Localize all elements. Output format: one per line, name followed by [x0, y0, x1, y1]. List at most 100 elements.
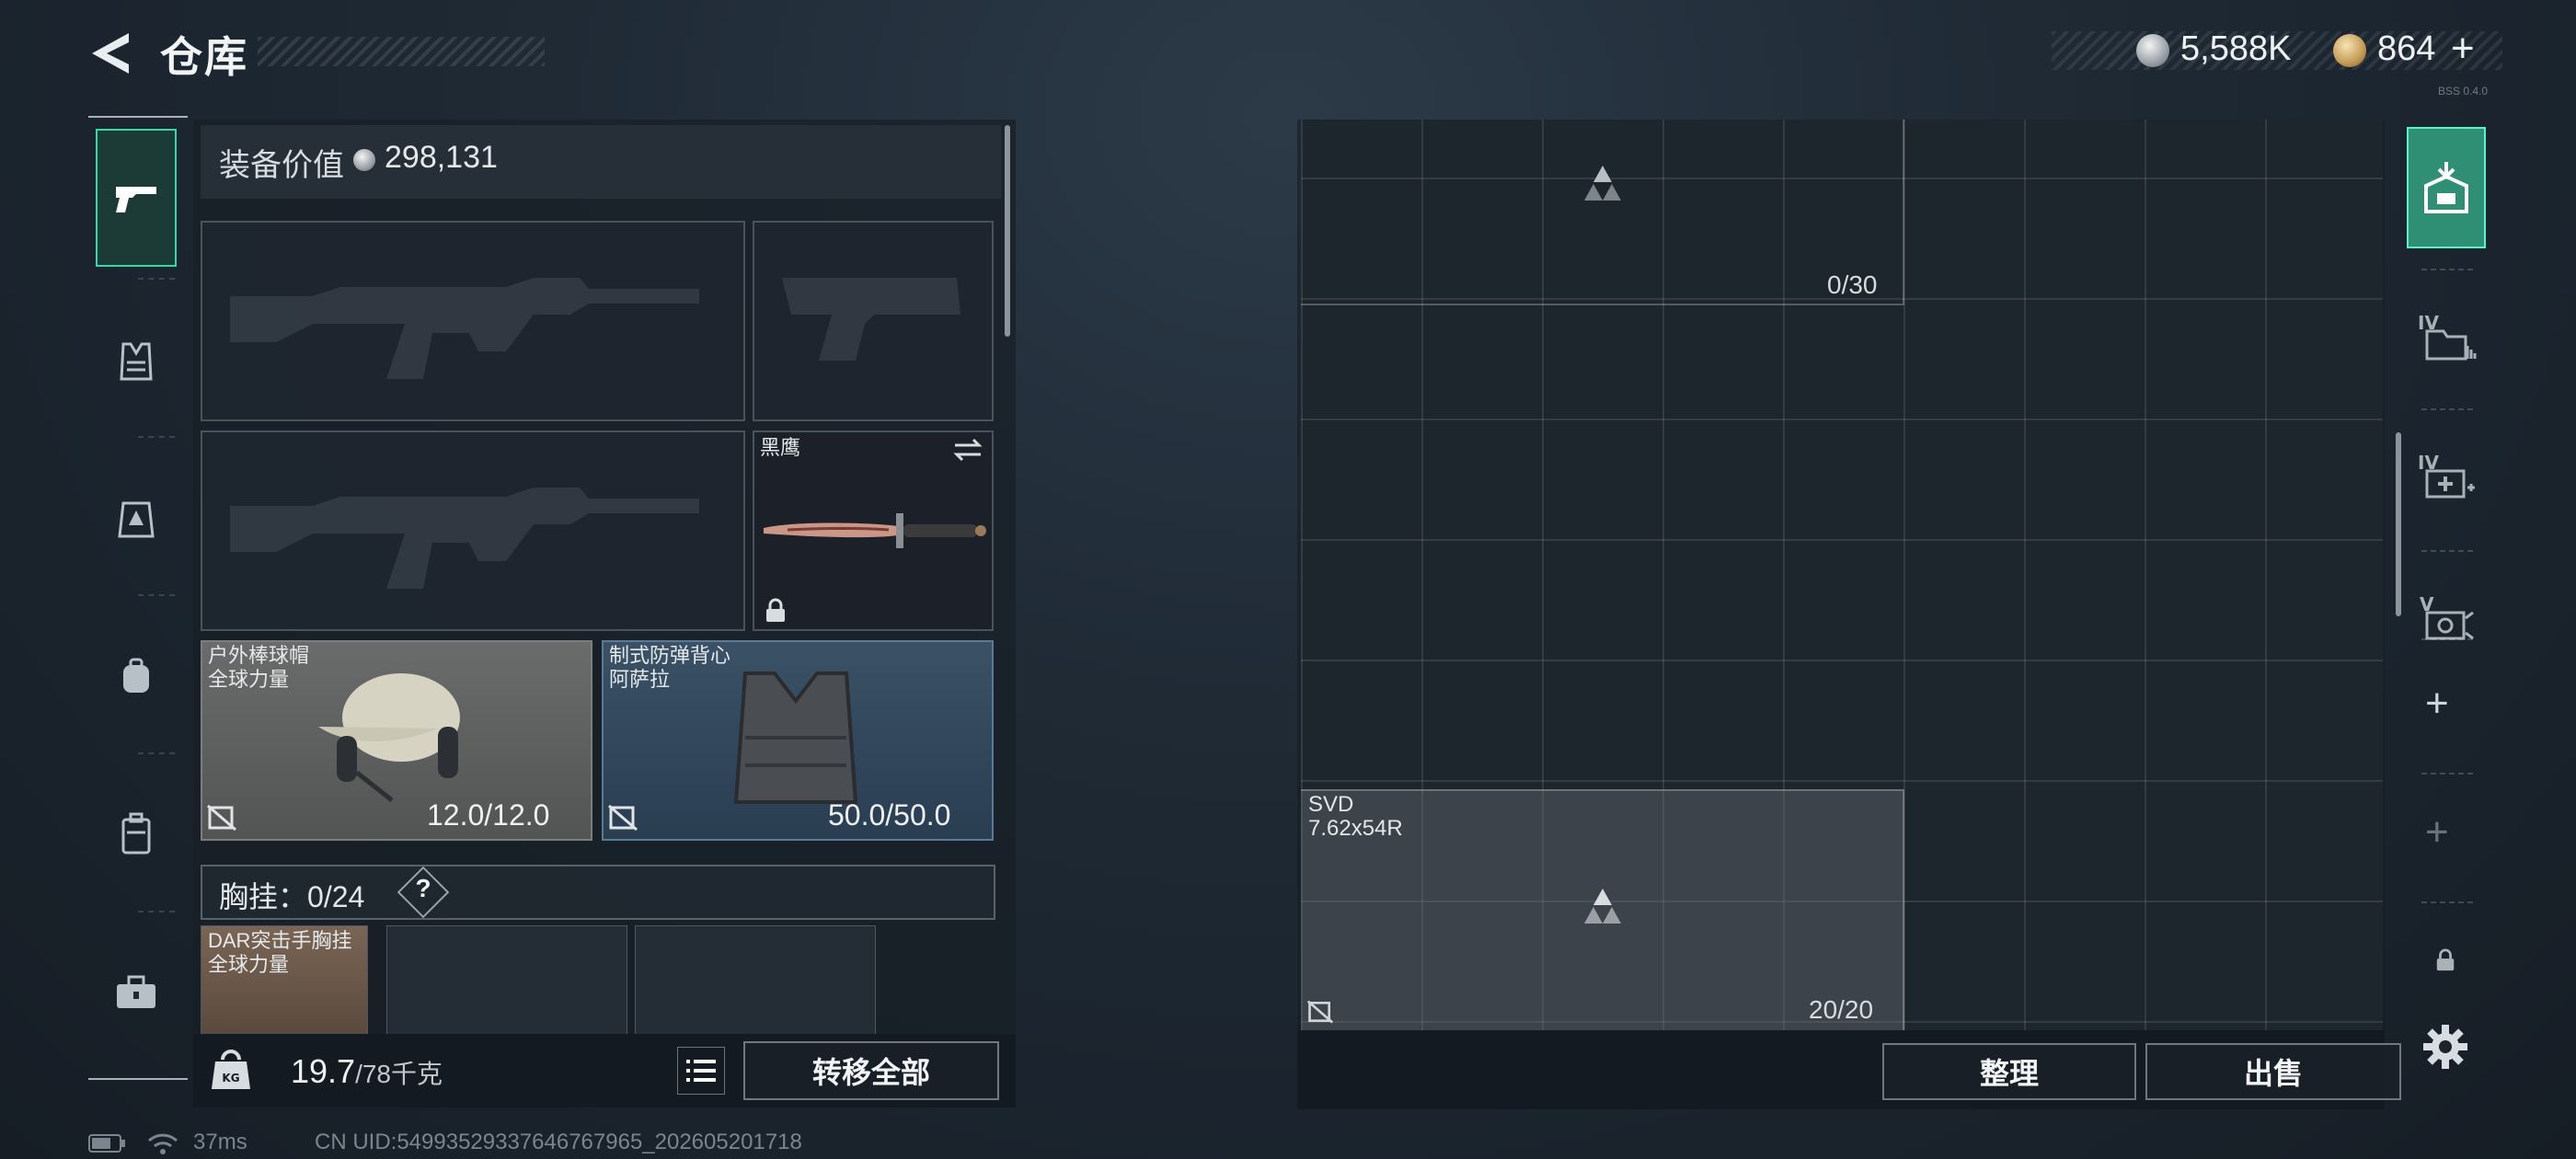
- weight-kg-icon: KG: [212, 1050, 250, 1089]
- add-storage-button[interactable]: +: [2425, 681, 2449, 727]
- triforce-icon: [1584, 166, 1621, 201]
- sidebar-separator: [2421, 638, 2473, 640]
- gold-currency: 864: [2377, 29, 2436, 68]
- storage-section-1: [1301, 120, 1904, 305]
- helmet-name: 户外棒球帽: [208, 644, 310, 667]
- medkit-extension-icon: IV: [2418, 452, 2475, 499]
- sidebar-separator: [2421, 550, 2473, 552]
- backpack-icon: [123, 658, 149, 693]
- knife-name: 黑鹰: [760, 436, 801, 459]
- vest-icon: [120, 342, 153, 381]
- no-insure-icon: [608, 804, 638, 832]
- armor-durability: 50.0/50.0: [828, 798, 951, 832]
- title-stripe: [258, 37, 545, 66]
- armor-brand: 阿萨拉: [609, 668, 671, 691]
- pistol-silhouette-icon: [782, 278, 960, 361]
- lock-icon: [2436, 948, 2455, 971]
- back-arrow-icon[interactable]: [85, 28, 136, 79]
- rig-icon: [118, 501, 155, 538]
- helmet-image-icon: [318, 673, 460, 802]
- list-view-button[interactable]: [677, 1047, 725, 1095]
- triforce-icon: [1584, 889, 1621, 924]
- sell-button[interactable]: 出售: [2145, 1043, 2401, 1100]
- tab-backpack[interactable]: [96, 607, 177, 745]
- svd-item-label: SVD 7.62x54R: [1308, 793, 1403, 841]
- warehouse-icon: [2424, 162, 2468, 213]
- sidearm-slot[interactable]: [753, 221, 994, 421]
- storage-scrollbar[interactable]: [2396, 432, 2401, 616]
- silver-currency: 5,588K: [2180, 29, 2292, 68]
- settings-gear-icon[interactable]: [2421, 1023, 2469, 1071]
- tab-weapons[interactable]: [96, 129, 177, 267]
- tab-warehouse[interactable]: [2407, 127, 2486, 248]
- rig-empty-slot[interactable]: [386, 925, 627, 1036]
- add-storage-button-disabled: +: [2425, 809, 2449, 855]
- section-1-capacity: 0/30: [1827, 270, 1878, 299]
- armor-vest-image-icon: [733, 671, 858, 804]
- lock-icon: [766, 598, 785, 622]
- toolbox-icon: [117, 975, 155, 1008]
- weight-current: 19.7: [291, 1052, 356, 1090]
- armor-name: 制式防弹背心: [609, 644, 731, 667]
- helmet-brand: 全球力量: [208, 668, 290, 691]
- equipment-value: 298,131: [385, 140, 498, 175]
- no-insure-icon: [207, 804, 236, 832]
- page-title: 仓库: [160, 33, 248, 81]
- version-tag: BSS 0.4.0: [2438, 85, 2489, 98]
- rig-empty-slot[interactable]: [635, 925, 876, 1036]
- wifi-icon: [147, 1133, 178, 1154]
- tab-storage-v[interactable]: V: [2407, 557, 2486, 679]
- list-icon: [686, 1060, 716, 1082]
- section-2-capacity: 20/20: [1809, 995, 1874, 1024]
- ping-status: 37ms: [193, 1130, 247, 1154]
- weight-value: 19.7/78千克: [291, 1052, 443, 1091]
- rifle-silhouette-icon: [230, 278, 699, 379]
- primary-weapon-slot[interactable]: [201, 221, 745, 421]
- tab-storage-iv-a[interactable]: IV: [2407, 276, 2486, 397]
- equipment-value-label: 装备价值: [219, 148, 344, 183]
- gold-coin-icon: [2333, 34, 2366, 67]
- chest-rig-label: 胸挂：0/24: [219, 874, 364, 916]
- rifle-silhouette-icon: [230, 488, 699, 589]
- sidebar-separator: [2421, 901, 2473, 903]
- sidebar-top-line: [88, 116, 188, 118]
- sidebar-separator: [138, 594, 175, 596]
- tab-chest-rig[interactable]: [96, 451, 177, 589]
- safe-extension-icon: V: [2420, 593, 2474, 640]
- weight-max: /78千克: [355, 1060, 443, 1088]
- sidebar-bottom-line: [88, 1078, 188, 1080]
- svg-text:KG: KG: [222, 1072, 239, 1084]
- pistol-icon: [116, 187, 156, 212]
- chest-rig-label-text: 胸挂：: [219, 880, 308, 913]
- folder-extension-icon: IV: [2418, 312, 2477, 361]
- no-insure-icon: [1306, 1000, 1334, 1024]
- transfer-all-button[interactable]: 转移全部: [743, 1041, 999, 1100]
- uid-status: CN UID:549935293376467679​65_20260520171…: [315, 1130, 802, 1154]
- chest-rig-item-brand: 全球力量: [208, 953, 290, 976]
- tab-storage-iv-b[interactable]: IV: [2407, 416, 2486, 537]
- tab-armor-vest[interactable]: [96, 293, 177, 430]
- silver-coin-icon: [2136, 34, 2169, 67]
- silver-coin-icon: [353, 149, 375, 171]
- equipment-scrollbar[interactable]: [1005, 125, 1010, 337]
- sidebar-separator: [138, 436, 175, 438]
- chest-rig-item-name: DAR突击手胸挂: [208, 929, 352, 952]
- sidebar-separator: [2421, 408, 2473, 410]
- tab-toolbox[interactable]: [96, 924, 177, 1061]
- chest-rig-count: 0/24: [307, 880, 365, 913]
- case-icon: [121, 812, 151, 855]
- svd-item-name: SVD: [1308, 792, 1354, 817]
- sidebar-separator: [138, 278, 175, 280]
- sort-button[interactable]: 整理: [1882, 1043, 2136, 1100]
- add-currency-button[interactable]: +: [2451, 26, 2475, 72]
- swap-icon[interactable]: [951, 436, 984, 464]
- battery-icon: [88, 1134, 125, 1153]
- sidebar-separator: [2421, 269, 2473, 270]
- helmet-durability: 12.0/12.0: [427, 798, 550, 832]
- tab-secure-case[interactable]: [96, 765, 177, 903]
- secondary-weapon-slot[interactable]: [201, 430, 745, 631]
- sidebar-separator: [2421, 773, 2473, 775]
- knife-image-icon: [764, 513, 986, 548]
- help-icon[interactable]: ?: [410, 874, 436, 903]
- sidebar-separator: [138, 752, 175, 754]
